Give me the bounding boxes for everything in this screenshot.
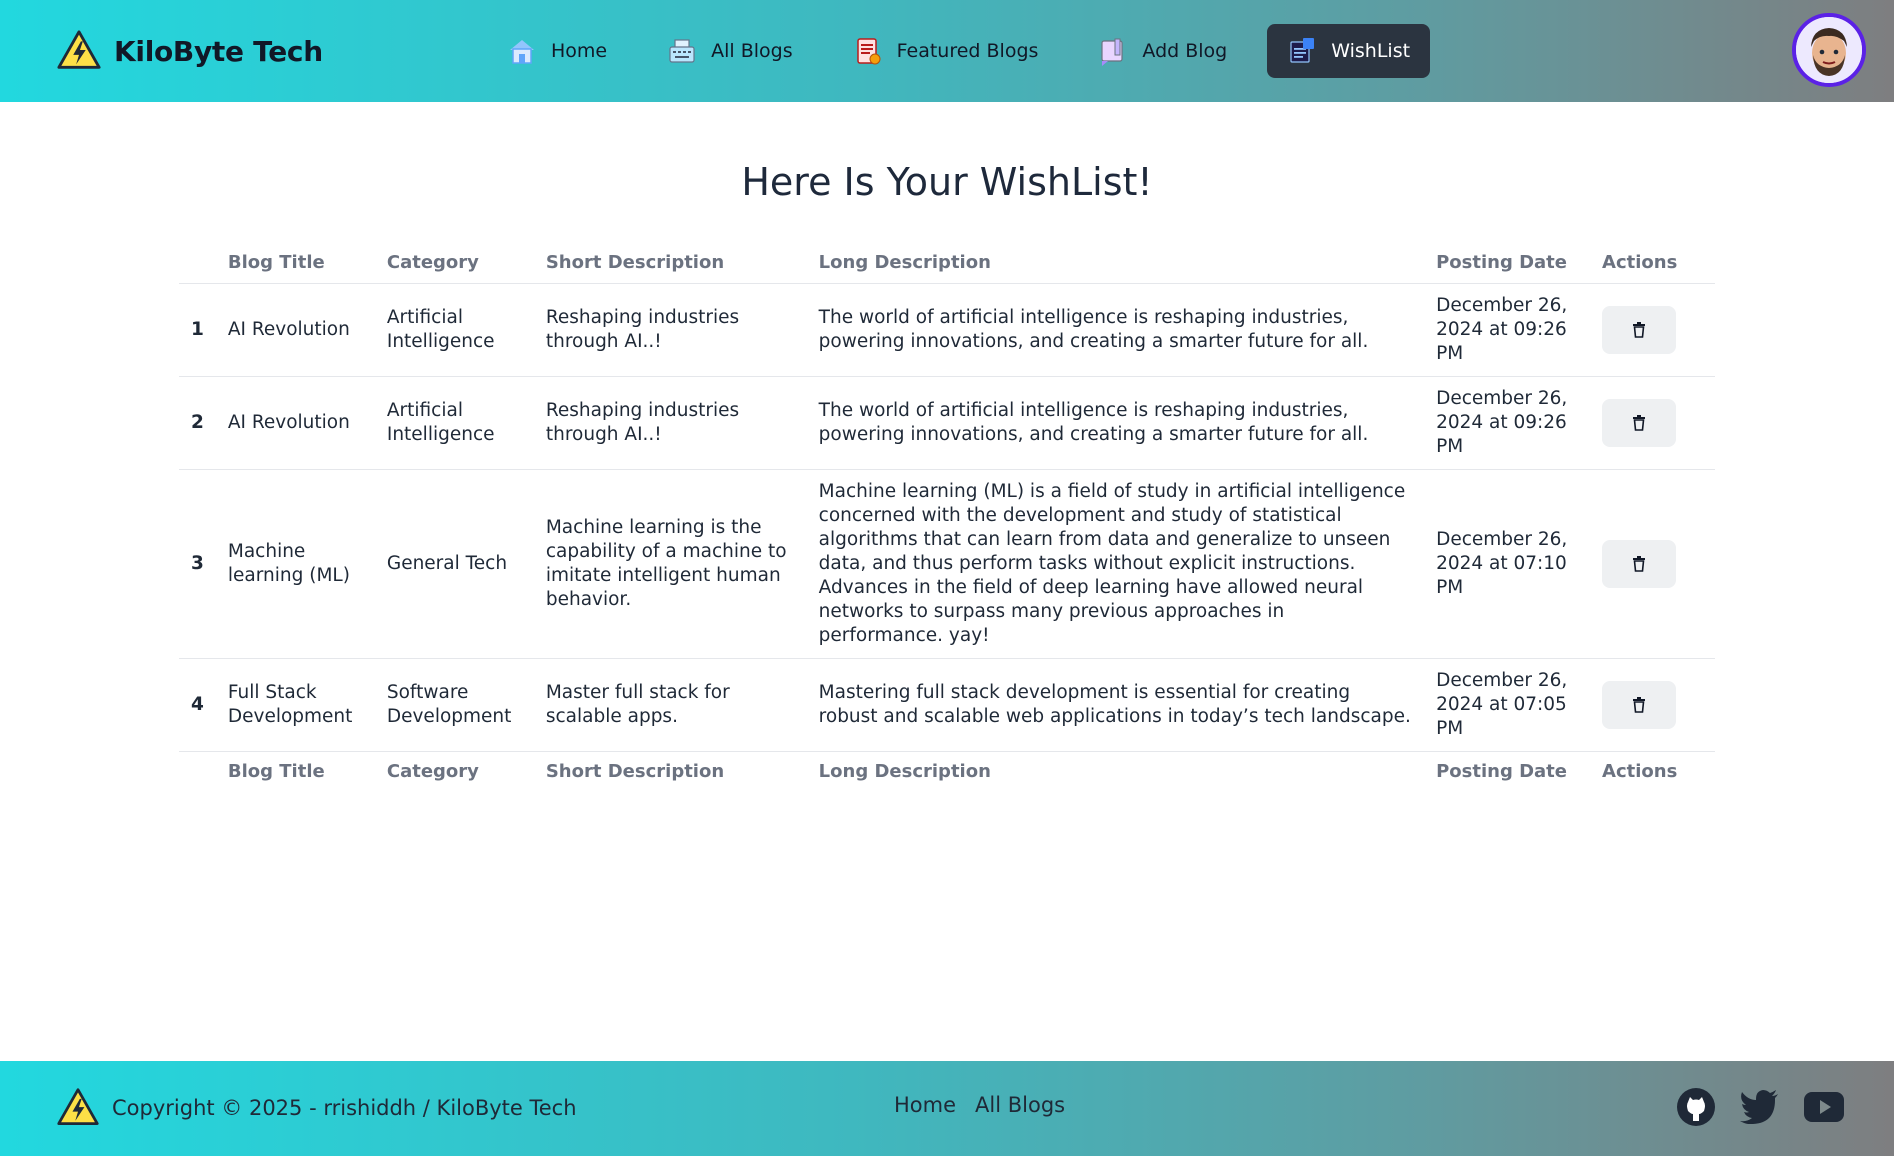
row-actions [1590, 376, 1715, 469]
delete-button[interactable] [1602, 539, 1677, 588]
nav-item-home[interactable]: Home [487, 24, 627, 78]
delete-button[interactable] [1602, 305, 1677, 354]
footer-brand: Copyright © 2025 - rrishiddh / KiloByte … [56, 1086, 577, 1130]
table-row: 2 AI Revolution Artificial Intelligence … [179, 376, 1715, 469]
header-index [179, 243, 216, 283]
add-blog-icon [1101, 38, 1124, 66]
row-long-description: The world of artificial intelligence is … [818, 399, 1369, 445]
footer-blog-title: Blog Title [227, 760, 325, 782]
footer-links: Home All Blogs [894, 1093, 1084, 1117]
row-posting-date: December 26, 2024 at 09:26 PM [1436, 387, 1568, 457]
trash-icon [1633, 696, 1646, 713]
header-posting-date: Posting Date [1436, 252, 1567, 274]
header-actions: Actions [1602, 252, 1678, 274]
row-posting-date: December 26, 2024 at 07:10 PM [1436, 528, 1568, 598]
trash-icon [1633, 414, 1646, 431]
row-short-description: Machine learning is the capability of a … [545, 516, 787, 610]
typewriter-icon [669, 39, 695, 63]
row-index: 1 [191, 318, 204, 340]
row-actions [1590, 469, 1715, 658]
row-index: 2 [191, 411, 204, 433]
row-category: Artificial Intelligence [386, 399, 495, 445]
social-links [1652, 1087, 1844, 1127]
table-row: 4 Full Stack Development Software Develo… [179, 658, 1715, 751]
wishlist-table-wrapper: Blog Title Category Short Description Lo… [179, 243, 1715, 791]
row-long-description: Machine learning (ML) is a field of stud… [818, 480, 1406, 646]
footer-index [179, 751, 216, 791]
twitter-link[interactable] [1740, 1087, 1780, 1127]
youtube-link[interactable] [1804, 1087, 1844, 1127]
page-title: Here Is Your WishList! [741, 160, 1153, 204]
wishlist-table: Blog Title Category Short Description Lo… [179, 243, 1715, 791]
nav-label-add-blog: Add Blog [1142, 40, 1228, 62]
footer-actions: Actions [1602, 760, 1678, 782]
row-long-description: Mastering full stack development is esse… [818, 681, 1411, 727]
main-nav: Home All Blogs Featured Blogs Add Blog W… [487, 24, 1450, 78]
delete-button[interactable] [1602, 398, 1677, 447]
github-icon [1677, 1088, 1715, 1126]
row-category: General Tech [386, 552, 508, 574]
header-long-description: Long Description [818, 252, 991, 274]
nav-label-featured-blogs: Featured Blogs [896, 40, 1039, 62]
row-posting-date: December 26, 2024 at 09:26 PM [1436, 294, 1568, 364]
footer-link-all-blogs[interactable]: All Blogs [975, 1093, 1065, 1117]
row-posting-date: December 26, 2024 at 07:05 PM [1436, 669, 1568, 739]
table-row: 1 AI Revolution Artificial Intelligence … [179, 283, 1715, 376]
featured-list-icon [856, 38, 881, 65]
nav-label-all-blogs: All Blogs [711, 40, 793, 62]
twitter-icon [1740, 1090, 1778, 1124]
brand[interactable]: KiloByte Tech [56, 28, 323, 74]
nav-item-add-blog[interactable]: Add Blog [1078, 24, 1247, 78]
row-category: Software Development [386, 681, 512, 727]
row-long-description: The world of artificial intelligence is … [818, 306, 1369, 352]
footer-short-description: Short Description [545, 760, 725, 782]
delete-button[interactable] [1602, 680, 1677, 729]
wishlist-icon [1290, 38, 1315, 63]
nav-item-wishlist[interactable]: WishList [1267, 24, 1431, 78]
trash-icon [1633, 555, 1646, 572]
lightning-triangle-icon [57, 1088, 99, 1125]
header-blog-title: Blog Title [227, 252, 325, 274]
header-short-description: Short Description [545, 252, 725, 274]
top-navbar: KiloByte Tech Home All Blogs Featured Bl… [0, 0, 1894, 102]
youtube-icon [1804, 1092, 1844, 1122]
nav-label-home: Home [551, 40, 608, 62]
row-blog-title: AI Revolution [227, 318, 350, 340]
home-icon [510, 40, 534, 64]
footer-long-description: Long Description [818, 760, 991, 782]
nav-item-featured-blogs[interactable]: Featured Blogs [833, 24, 1059, 78]
table-footer-row: Blog Title Category Short Description Lo… [179, 751, 1715, 791]
footer-posting-date: Posting Date [1436, 760, 1567, 782]
row-index: 4 [191, 693, 204, 715]
lightning-triangle-icon [57, 30, 101, 69]
row-actions [1590, 283, 1715, 376]
row-blog-title: Full Stack Development [227, 681, 353, 727]
github-link[interactable] [1676, 1087, 1716, 1127]
table-header-row: Blog Title Category Short Description Lo… [179, 243, 1715, 283]
brand-name: KiloByte Tech [114, 34, 323, 68]
footer-category: Category [386, 760, 479, 782]
nav-item-all-blogs[interactable]: All Blogs [647, 24, 813, 78]
copyright-text: Copyright © 2025 - rrishiddh / KiloByte … [112, 1096, 577, 1120]
footer-link-home[interactable]: Home [894, 1093, 956, 1117]
row-blog-title: AI Revolution [227, 411, 350, 433]
page-footer: Copyright © 2025 - rrishiddh / KiloByte … [0, 1061, 1894, 1156]
user-avatar-icon [1796, 17, 1862, 83]
nav-label-wishlist: WishList [1331, 40, 1411, 62]
trash-icon [1633, 321, 1646, 338]
row-index: 3 [191, 552, 204, 574]
row-short-description: Reshaping industries through AI..! [545, 306, 740, 352]
row-blog-title: Machine learning (ML) [227, 540, 350, 586]
row-actions [1590, 658, 1715, 751]
row-short-description: Reshaping industries through AI..! [545, 399, 740, 445]
user-avatar[interactable] [1792, 13, 1866, 87]
header-category: Category [386, 252, 479, 274]
row-category: Artificial Intelligence [386, 306, 495, 352]
table-row: 3 Machine learning (ML) General Tech Mac… [179, 469, 1715, 658]
row-short-description: Master full stack for scalable apps. [545, 681, 730, 727]
